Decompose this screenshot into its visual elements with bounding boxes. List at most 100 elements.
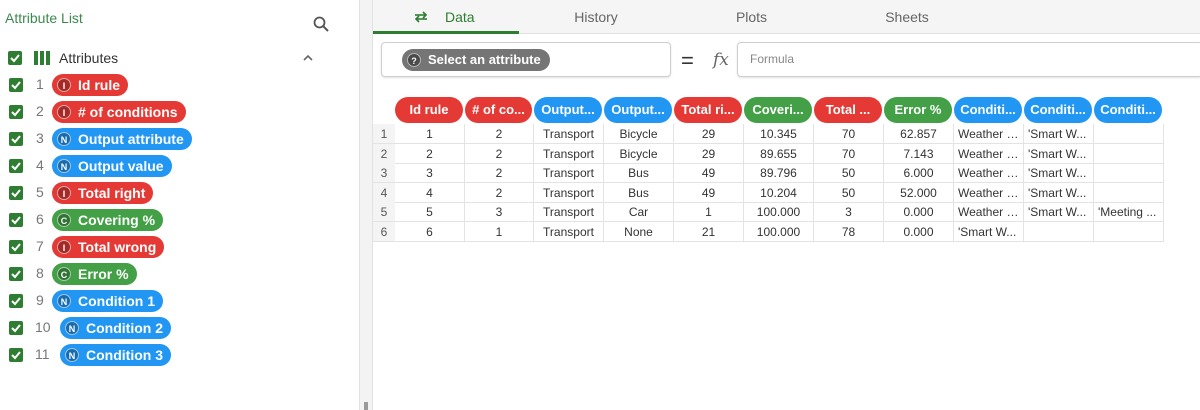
table-cell[interactable]: Car bbox=[604, 202, 674, 222]
table-cell[interactable]: 100.000 bbox=[744, 221, 814, 242]
table-cell[interactable] bbox=[1094, 124, 1164, 144]
table-cell[interactable]: Bus bbox=[604, 182, 674, 203]
row-number[interactable]: 1 bbox=[373, 124, 395, 144]
attribute-row[interactable]: 4 N Output value bbox=[0, 153, 359, 180]
table-cell[interactable]: 29 bbox=[674, 124, 744, 144]
column-header[interactable]: Id rule bbox=[395, 97, 463, 123]
table-cell[interactable]: 0.000 bbox=[884, 202, 954, 222]
attribute-checkbox[interactable] bbox=[9, 267, 23, 281]
table-cell[interactable]: 1 bbox=[674, 202, 744, 222]
table-cell[interactable]: Transport bbox=[534, 202, 604, 222]
table-cell[interactable]: 'Smart W... bbox=[1024, 182, 1094, 203]
attribute-row[interactable]: 6 C Covering % bbox=[0, 207, 359, 234]
attribute-checkbox[interactable] bbox=[9, 132, 23, 146]
table-cell[interactable]: 50 bbox=[814, 163, 884, 183]
select-attribute-chip[interactable]: ? Select an attribute bbox=[402, 49, 550, 71]
row-number[interactable]: 3 bbox=[373, 163, 395, 183]
table-cell[interactable]: None bbox=[604, 221, 674, 242]
attribute-checkbox[interactable] bbox=[9, 240, 23, 254]
attribute-checkbox[interactable] bbox=[9, 213, 23, 227]
attribute-row[interactable]: 8 C Error % bbox=[0, 261, 359, 288]
search-icon[interactable] bbox=[313, 16, 329, 32]
table-cell[interactable]: 89.655 bbox=[744, 143, 814, 164]
attribute-pill[interactable]: C Covering % bbox=[52, 209, 164, 231]
attribute-row[interactable]: 3 N Output attribute bbox=[0, 126, 359, 153]
table-cell[interactable] bbox=[1094, 163, 1164, 183]
table-cell[interactable]: 1 bbox=[465, 221, 534, 242]
table-cell[interactable]: 10.204 bbox=[744, 182, 814, 203]
attribute-pill[interactable]: C Error % bbox=[52, 263, 137, 285]
attribute-checkbox[interactable] bbox=[9, 321, 23, 335]
table-cell[interactable]: Weather i... bbox=[954, 124, 1024, 144]
table-cell[interactable]: Weather i... bbox=[954, 182, 1024, 203]
table-cell[interactable]: 70 bbox=[814, 124, 884, 144]
table-cell[interactable]: Transport bbox=[534, 124, 604, 144]
table-cell[interactable]: Transport bbox=[534, 143, 604, 164]
table-cell[interactable]: Transport bbox=[534, 221, 604, 242]
table-cell[interactable]: Weather i... bbox=[954, 143, 1024, 164]
attribute-row[interactable]: 7 I Total wrong bbox=[0, 234, 359, 261]
table-cell[interactable]: 4 bbox=[395, 182, 465, 203]
formula-input[interactable]: Formula bbox=[737, 42, 1200, 77]
table-cell[interactable]: 29 bbox=[674, 143, 744, 164]
attribute-pill[interactable]: N Condition 3 bbox=[60, 344, 171, 366]
table-cell[interactable]: 6.000 bbox=[884, 163, 954, 183]
table-cell[interactable]: 49 bbox=[674, 182, 744, 203]
column-header[interactable]: Error % bbox=[884, 97, 952, 123]
table-cell[interactable]: 2 bbox=[465, 143, 534, 164]
attribute-row[interactable]: 2 I # of conditions bbox=[0, 99, 359, 126]
table-cell[interactable]: 'Smart W... bbox=[954, 221, 1024, 242]
column-header[interactable]: # of co... bbox=[465, 97, 532, 123]
column-header[interactable]: Output... bbox=[604, 97, 672, 123]
table-cell[interactable]: Transport bbox=[534, 182, 604, 203]
row-number[interactable]: 2 bbox=[373, 143, 395, 164]
attribute-checkbox[interactable] bbox=[9, 294, 23, 308]
table-cell[interactable]: 1 bbox=[395, 124, 465, 144]
table-cell[interactable]: Weather i... bbox=[954, 202, 1024, 222]
tab-data[interactable]: Data bbox=[373, 0, 519, 34]
attribute-pill[interactable]: I Total wrong bbox=[52, 236, 165, 258]
table-cell[interactable]: 'Smart W... bbox=[1024, 202, 1094, 222]
table-cell[interactable]: Bicycle bbox=[604, 124, 674, 144]
attribute-pill[interactable]: I Id rule bbox=[52, 74, 129, 96]
table-cell[interactable]: 89.796 bbox=[744, 163, 814, 183]
tab-plots[interactable]: Plots bbox=[673, 0, 830, 34]
attribute-row[interactable]: 9 N Condition 1 bbox=[0, 288, 359, 315]
attribute-pill[interactable]: I # of conditions bbox=[52, 101, 186, 123]
column-header[interactable]: Coveri... bbox=[744, 97, 812, 123]
column-header[interactable]: Conditi... bbox=[954, 97, 1022, 123]
table-cell[interactable] bbox=[1024, 221, 1094, 242]
table-cell[interactable]: 7.143 bbox=[884, 143, 954, 164]
table-cell[interactable]: 'Smart W... bbox=[1024, 124, 1094, 144]
table-cell[interactable]: 52.000 bbox=[884, 182, 954, 203]
table-cell[interactable]: 2 bbox=[395, 143, 465, 164]
attribute-pill[interactable]: N Output attribute bbox=[52, 128, 192, 150]
attribute-row[interactable]: 5 I Total right bbox=[0, 180, 359, 207]
table-cell[interactable]: 'Meeting ... bbox=[1094, 202, 1164, 222]
column-header[interactable]: Conditi... bbox=[1024, 97, 1092, 123]
table-cell[interactable]: 6 bbox=[395, 221, 465, 242]
table-cell[interactable]: 'Smart W... bbox=[1024, 163, 1094, 183]
table-cell[interactable]: 62.857 bbox=[884, 124, 954, 144]
attribute-row[interactable]: 1 I Id rule bbox=[0, 72, 359, 99]
table-cell[interactable] bbox=[1094, 221, 1164, 242]
attribute-checkbox[interactable] bbox=[9, 186, 23, 200]
attribute-select[interactable]: ? Select an attribute bbox=[381, 42, 671, 77]
table-cell[interactable]: 3 bbox=[814, 202, 884, 222]
attribute-pill[interactable]: N Condition 1 bbox=[52, 290, 163, 312]
attribute-row[interactable]: 10 N Condition 2 bbox=[0, 315, 359, 342]
table-cell[interactable]: 21 bbox=[674, 221, 744, 242]
attribute-checkbox[interactable] bbox=[9, 105, 23, 119]
attribute-checkbox[interactable] bbox=[9, 348, 23, 362]
table-cell[interactable]: 70 bbox=[814, 143, 884, 164]
table-cell[interactable]: Bicycle bbox=[604, 143, 674, 164]
table-cell[interactable]: 0.000 bbox=[884, 221, 954, 242]
table-cell[interactable]: 2 bbox=[465, 163, 534, 183]
attribute-pill[interactable]: I Total right bbox=[52, 182, 154, 204]
row-number[interactable]: 5 bbox=[373, 202, 395, 222]
table-cell[interactable]: 50 bbox=[814, 182, 884, 203]
table-cell[interactable]: Weather i... bbox=[954, 163, 1024, 183]
attribute-pill[interactable]: N Condition 2 bbox=[60, 317, 171, 339]
attribute-pill[interactable]: N Output value bbox=[52, 155, 172, 177]
panel-divider-scrollbar[interactable] bbox=[359, 0, 373, 410]
